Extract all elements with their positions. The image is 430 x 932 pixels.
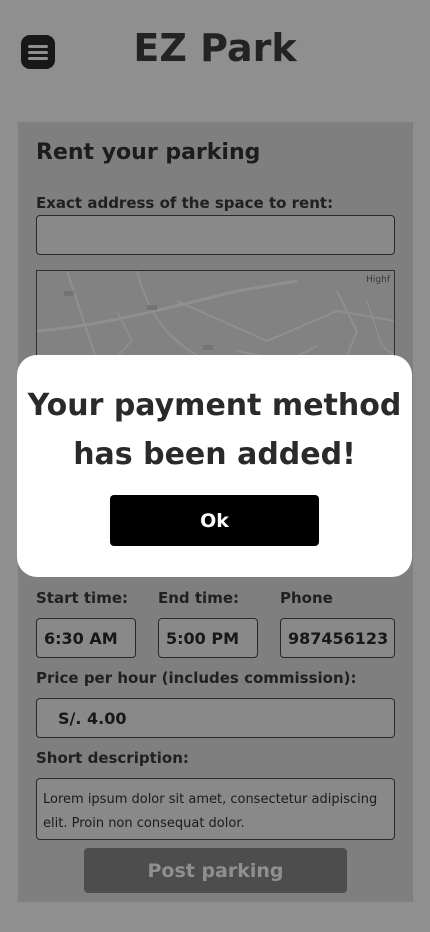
dialog-message: Your payment method has been added!	[17, 381, 412, 479]
ok-button[interactable]: Ok	[110, 495, 319, 546]
payment-confirmation-dialog: Your payment method has been added! Ok	[17, 355, 412, 577]
rent-parking-screen: EZ Park Rent your parking Exact address …	[0, 0, 430, 932]
dialog-message-line1: Your payment method	[27, 388, 402, 423]
dialog-message-line2: has been added!	[73, 437, 356, 472]
